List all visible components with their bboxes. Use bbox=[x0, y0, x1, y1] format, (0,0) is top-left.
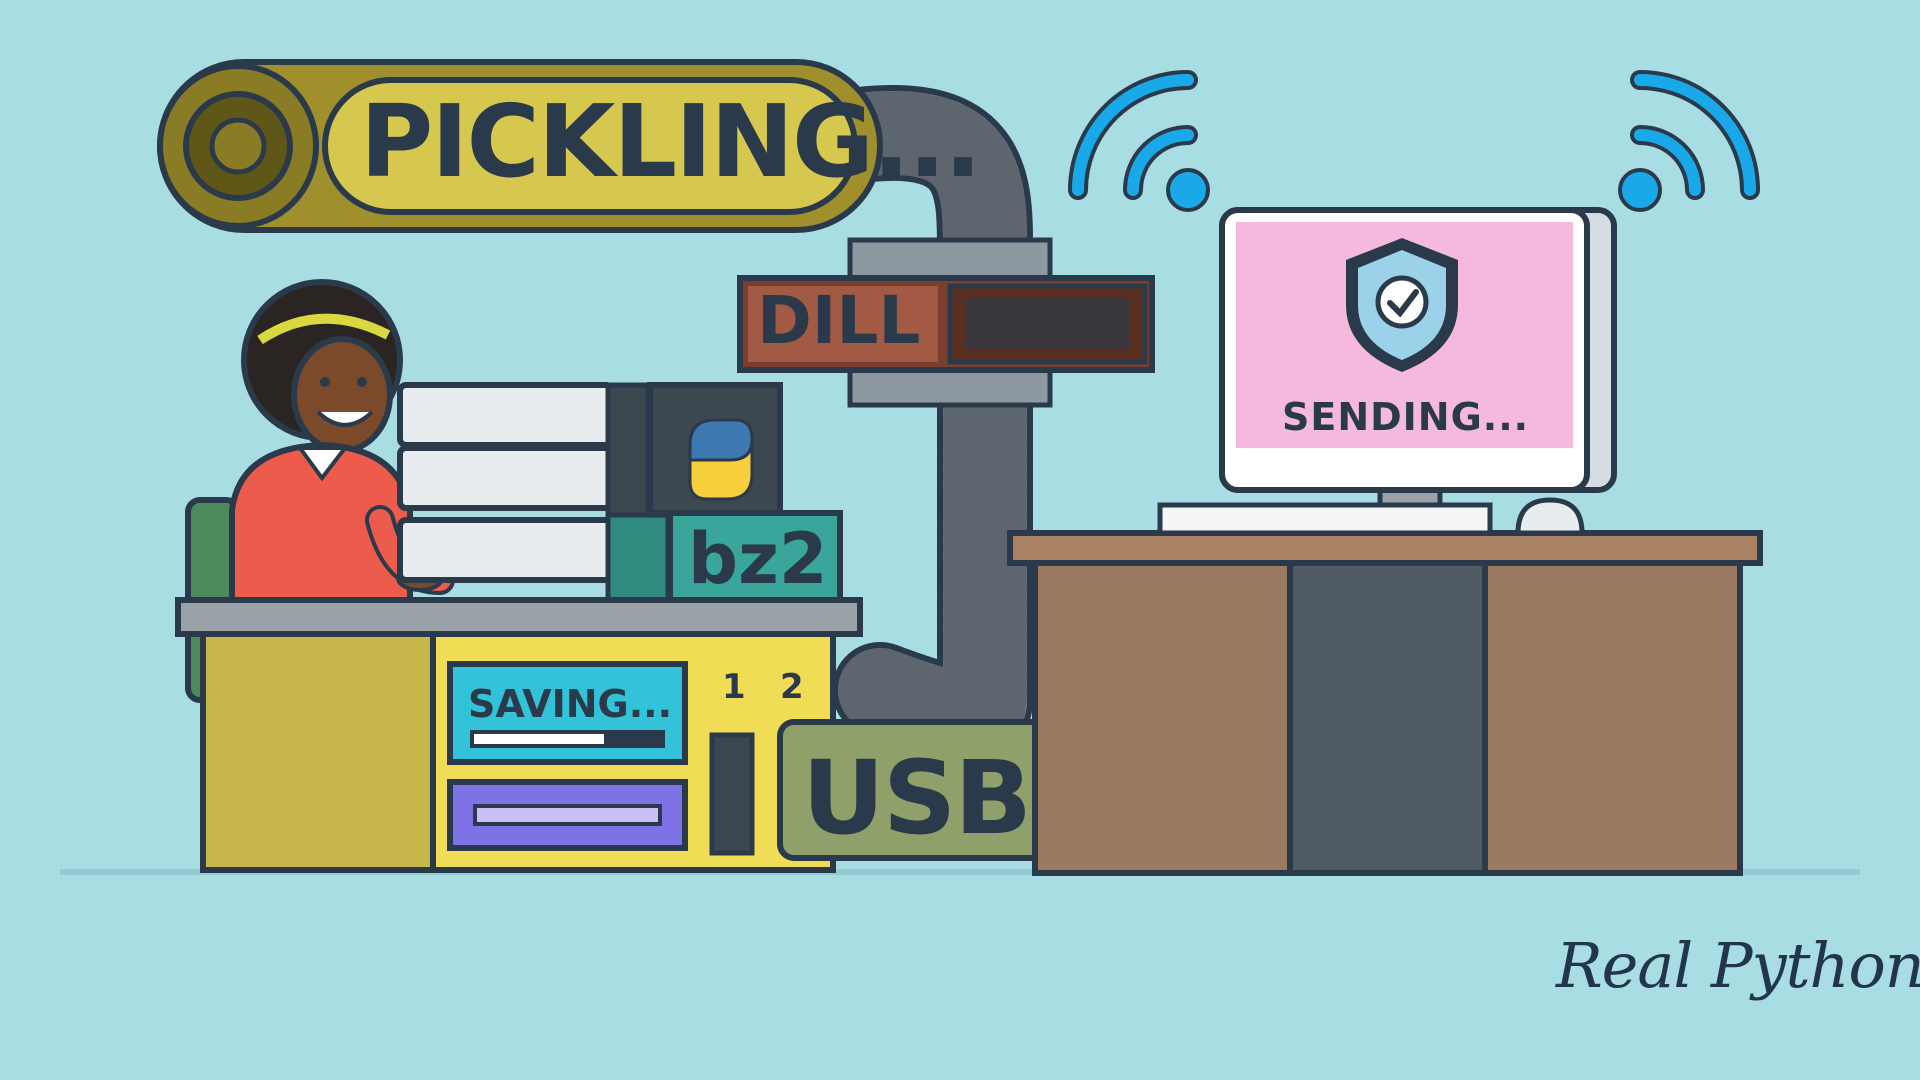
brand-logo-text: Real Python bbox=[1556, 929, 1920, 1002]
wooden-desk bbox=[1007, 530, 1763, 876]
wifi-icon bbox=[1068, 70, 1210, 212]
slot-one-label: 1 bbox=[722, 667, 746, 707]
dill-label: DILL bbox=[757, 282, 921, 359]
wifi-icon bbox=[1618, 70, 1760, 212]
sending-label: SENDING... bbox=[1282, 395, 1530, 439]
pickling-label: PICKLING... bbox=[360, 83, 982, 200]
bz2-label: bz2 bbox=[688, 518, 828, 600]
yellow-desk bbox=[175, 597, 863, 873]
saving-label: SAVING... bbox=[468, 682, 673, 726]
python-logo-icon bbox=[688, 418, 754, 501]
duct-pipe bbox=[812, 85, 1034, 762]
usb-label: USB bbox=[802, 739, 1032, 858]
duct-collar-top bbox=[847, 237, 1053, 283]
slot-two-label: 2 bbox=[780, 667, 804, 707]
